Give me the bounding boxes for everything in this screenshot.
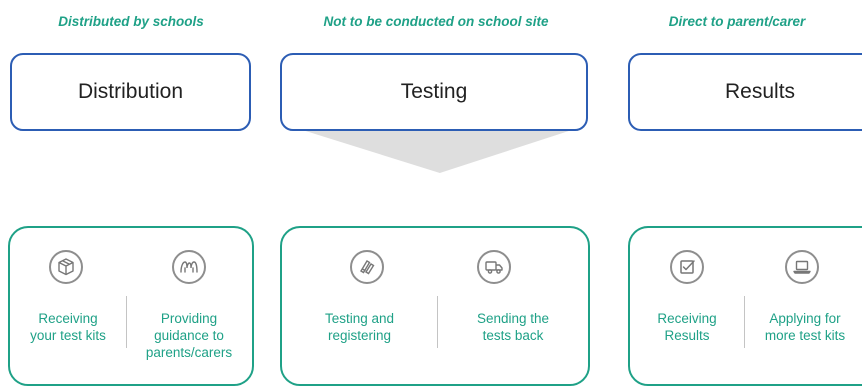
stage-results: Results: [628, 53, 862, 131]
step-applying-kits: Applying for more test kits: [745, 228, 862, 384]
checkbox-icon: [670, 250, 704, 284]
laptop-icon: [785, 250, 819, 284]
column-caption: Direct to parent/carer: [668, 14, 806, 29]
step-receiving-results: Receiving Results: [630, 228, 744, 384]
stage-distribution: Distribution: [10, 53, 251, 131]
step-providing-guidance: Providing guidance to parents/carers: [127, 228, 251, 384]
step-label: Providing guidance to parents/carers: [145, 311, 233, 360]
step-label: Testing and registering: [324, 311, 395, 343]
column-caption: Not to be conducted on school site: [323, 14, 549, 29]
step-receiving-kits: Receiving your test kits: [10, 228, 126, 384]
step-label: Sending the tests back: [476, 311, 550, 343]
delivery-truck-icon: [477, 250, 511, 284]
guidance-icon: [172, 250, 206, 284]
card-distribution: Receiving your test kits Providing guidanc…: [8, 226, 254, 386]
card-testing: Testing and registering Sending the tests …: [280, 226, 590, 386]
stage-title: Testing: [400, 80, 468, 103]
step-label: Receiving your test kits: [30, 311, 106, 343]
stage-title: Results: [725, 80, 796, 103]
step-label: Applying for more test kits: [764, 311, 846, 343]
stage-title: Distribution: [77, 80, 184, 103]
step-label: Receiving Results: [657, 311, 717, 343]
test-tubes-icon: [350, 250, 384, 284]
card-results: Receiving Results Applying for more test k…: [628, 226, 862, 386]
step-testing-registering: Testing and registering: [282, 228, 437, 384]
stage-testing: Testing: [280, 53, 588, 131]
column-caption: Distributed by schools: [58, 14, 204, 29]
step-sending-back: Sending the tests back: [438, 228, 588, 384]
package-icon: [49, 250, 83, 284]
